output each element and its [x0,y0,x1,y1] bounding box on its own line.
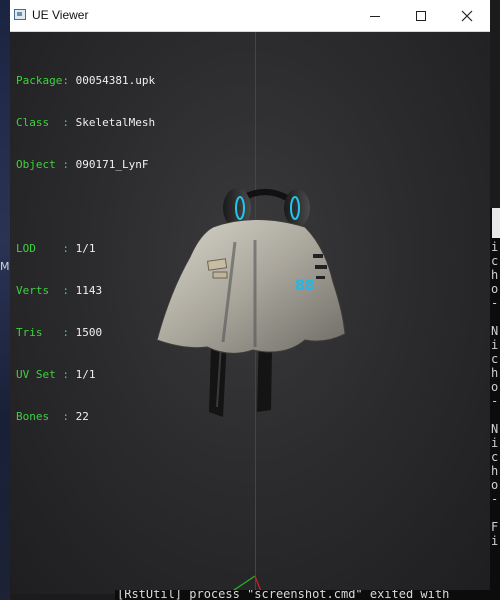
right-earcup [284,189,310,227]
minimize-button[interactable] [352,0,398,31]
minimize-icon [370,16,380,17]
window-title: UE Viewer [32,8,89,22]
svg-text:88: 88 [295,278,314,294]
lod-value: 1/1 [75,242,96,255]
background-console-right: icho-Nicho-Nicho-Fi [490,208,500,600]
maximize-icon [416,10,426,21]
console-line: i [491,436,499,450]
console-line: - [491,492,499,506]
title-bar[interactable]: UE Viewer [10,0,490,32]
verts-label: Verts : [16,284,69,297]
console-scrollbar[interactable] [492,208,500,238]
bones-value: 22 [75,410,89,423]
maximize-button[interactable] [398,0,444,31]
console-line: N [491,324,499,338]
tris-value: 1500 [75,326,103,339]
console-line: h [491,366,499,380]
package-label: Package: [16,74,69,87]
app-icon [14,9,26,20]
lod-label: LOD : [16,242,69,255]
verts-value: 1143 [75,284,103,297]
console-line: h [491,268,499,282]
console-line: c [491,352,499,366]
console-line: F [491,520,499,534]
console-line: - [491,394,499,408]
close-button[interactable] [444,0,490,31]
console-line: c [491,450,499,464]
console-line: o [491,380,499,394]
object-label: Object : [16,158,69,171]
class-label: Class : [16,116,69,129]
background-console-bottom: [RstUtil] process "screenshot.cmd" exite… [115,590,500,600]
desktop-text: M [0,260,10,273]
uvset-label: UV Set : [16,368,69,381]
console-line: o [491,478,499,492]
console-line: i [491,534,499,548]
class-value: SkeletalMesh [75,116,156,129]
package-value: 00054381.upk [75,74,156,87]
console-line: h [491,464,499,478]
3d-viewport[interactable]: Package: 00054381.upk Class : SkeletalMe… [10,32,490,594]
console-line: - [491,296,499,310]
bones-label: Bones : [16,410,69,423]
console-line: o [491,282,499,296]
console-bottom-text: [RstUtil] process "screenshot.cmd" exite… [117,590,450,600]
console-line: i [491,240,499,254]
tris-label: Tris : [16,326,69,339]
uvset-value: 1/1 [75,368,96,381]
console-line: i [491,338,499,352]
skeletal-mesh-render: 88 [156,188,346,417]
console-line: c [491,254,499,268]
console-line: N [491,422,499,436]
desktop-background: M [0,0,10,600]
ue-viewer-window: UE Viewer Package: 00054381.upk Class : … [10,0,490,594]
close-icon [461,10,473,21]
object-value: 090171_LynF [75,158,149,171]
